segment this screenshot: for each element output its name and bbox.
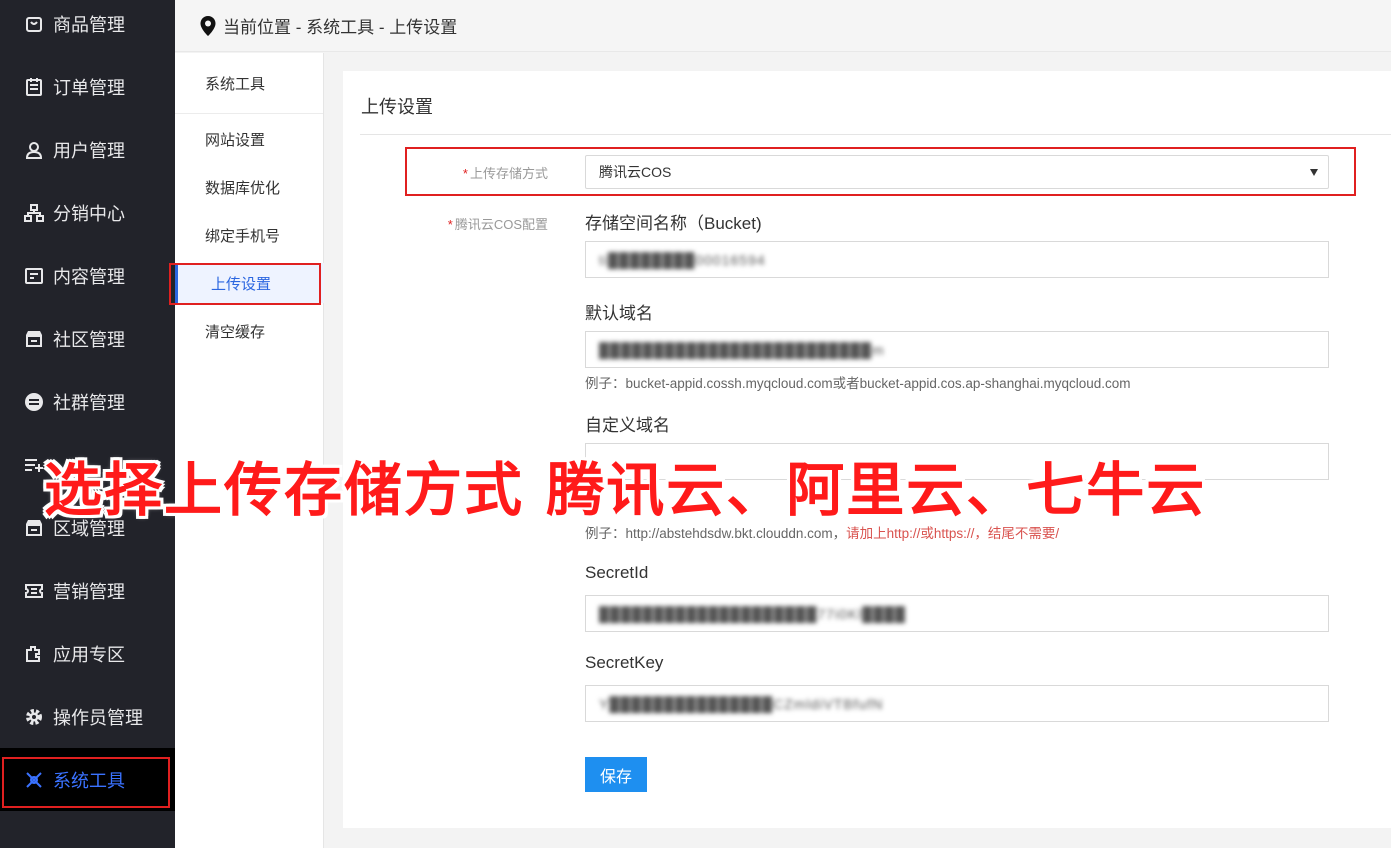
sidebar-item-content[interactable]: 内容管理 — [0, 244, 175, 307]
sidebar-item-label: 用户管理 — [53, 140, 125, 161]
sidebar-item-label: 内容管理 — [53, 266, 125, 287]
sidebar-item-label: 订单管理 — [53, 77, 125, 98]
sidebar-item-marketing[interactable]: 营销管理 — [0, 559, 175, 622]
submenu-item-clear-cache[interactable]: 清空缓存 — [175, 311, 324, 351]
puzzle-icon — [24, 644, 44, 664]
custom-domain-example-text: 例子：http://abstehdsdw.bkt.clouddn.com， — [585, 526, 847, 541]
custom-domain-warning: 请加上http://或https://，结尾不需要/ — [846, 526, 1060, 541]
sidebar-item-community[interactable]: 社区管理 — [0, 307, 175, 370]
highlight-box-storage-method — [405, 147, 1356, 196]
highlight-box-system-tools — [2, 757, 170, 808]
default-domain-value: █████████████████████████m — [599, 341, 885, 358]
user-icon — [24, 140, 44, 160]
required-mark: * — [447, 217, 453, 232]
org-chart-icon — [24, 203, 44, 223]
custom-domain-title: 自定义域名 — [585, 416, 670, 435]
bag-icon — [24, 14, 44, 34]
ticket-icon — [24, 581, 44, 601]
group-icon — [24, 392, 44, 412]
breadcrumb: 当前位置 - 系统工具 - 上传设置 — [175, 0, 1391, 52]
sidebar-item-operators[interactable]: 操作员管理 — [0, 685, 175, 748]
sidebar-item-users[interactable]: 用户管理 — [0, 118, 175, 181]
sidebar-item-groups[interactable]: 社群管理 — [0, 370, 175, 433]
secretkey-title: SecretKey — [585, 653, 664, 672]
sidebar-item-apps[interactable]: 应用专区 — [0, 622, 175, 685]
default-domain-input[interactable]: █████████████████████████m — [585, 331, 1329, 368]
breadcrumb-text: 当前位置 - 系统工具 - 上传设置 — [223, 18, 458, 37]
submenu-item-site-settings[interactable]: 网站设置 — [175, 119, 324, 159]
sidebar-item-products[interactable]: 商品管理 — [0, 0, 175, 55]
bucket-value: ti████████00016594 — [599, 251, 766, 268]
secretid-input[interactable]: ████████████████████77i0Kl████ — [585, 595, 1329, 632]
highlight-box-upload-settings — [169, 263, 321, 305]
submenu-title: 系统工具 — [175, 53, 323, 114]
title-divider — [360, 134, 1391, 135]
sidebar-item-label: 操作员管理 — [53, 707, 143, 728]
sidebar-item-label: 分销中心 — [53, 203, 125, 224]
secretid-value: ████████████████████77i0Kl████ — [599, 605, 906, 622]
calendar-icon — [24, 77, 44, 97]
main-sidebar: 商品管理 订单管理 用户管理 分销中心 内容管理 社区管理 社群管理 区域管理 … — [0, 0, 175, 848]
cos-config-label: * 腾讯云COS配置 — [403, 214, 548, 233]
bucket-title: 存储空间名称（Bucket) — [585, 214, 762, 233]
annotation-overlay-text: 选择上传存储方式 腾讯云、阿里云、七牛云 — [44, 456, 1207, 524]
store-icon — [24, 329, 44, 349]
store-icon — [24, 518, 44, 538]
secretkey-value: Y███████████████CZmldiVTBfufN — [599, 695, 884, 712]
sidebar-item-label: 应用专区 — [53, 644, 125, 665]
secretid-title: SecretId — [585, 563, 649, 582]
submenu-item-db-optimize[interactable]: 数据库优化 — [175, 167, 324, 207]
default-domain-hint: 例子：bucket-appid.cossh.myqcloud.com或者buck… — [585, 376, 1131, 391]
cos-config-label-text: 腾讯云COS配置 — [454, 217, 548, 232]
save-button[interactable]: 保存 — [585, 757, 647, 792]
page-title: 上传设置 — [361, 97, 433, 117]
sidebar-item-label: 营销管理 — [53, 581, 125, 602]
bucket-input[interactable]: ti████████00016594 — [585, 241, 1329, 278]
sidebar-item-distribution[interactable]: 分销中心 — [0, 181, 175, 244]
sidebar-item-orders[interactable]: 订单管理 — [0, 55, 175, 118]
content-icon — [24, 266, 44, 286]
secretkey-input[interactable]: Y███████████████CZmldiVTBfufN — [585, 685, 1329, 722]
submenu-item-bind-phone[interactable]: 绑定手机号 — [175, 215, 324, 255]
sidebar-item-label: 社群管理 — [53, 392, 125, 413]
sidebar-item-label: 社区管理 — [53, 329, 125, 350]
default-domain-title: 默认域名 — [585, 304, 653, 323]
gear-icon — [24, 707, 44, 727]
location-pin-icon — [200, 15, 216, 36]
sidebar-item-label: 商品管理 — [53, 14, 125, 35]
list-add-icon — [24, 455, 44, 475]
